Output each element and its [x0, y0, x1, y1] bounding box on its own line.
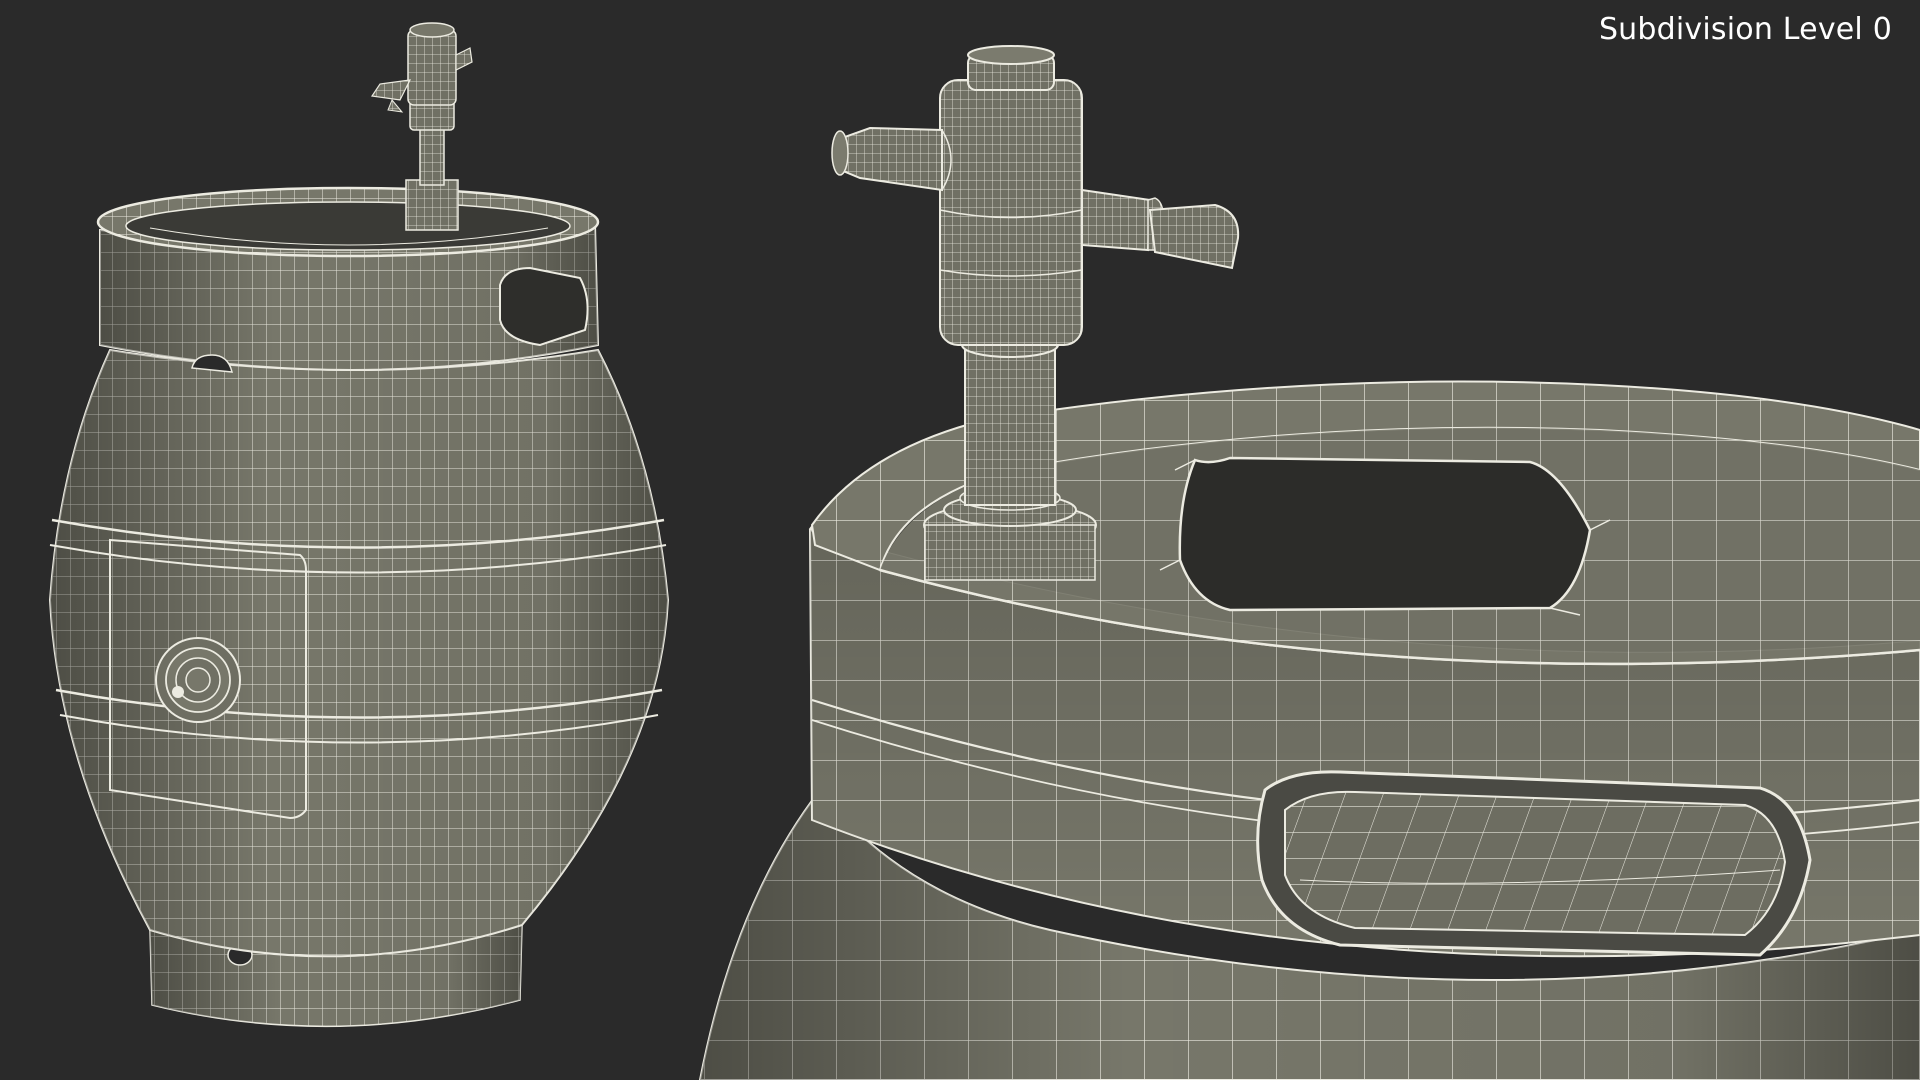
render-viewport: Subdivision Level 0 — [0, 0, 1920, 1080]
subdivision-level-label: Subdivision Level 0 — [1598, 12, 1892, 47]
keg-handle-cutout — [1256, 770, 1812, 957]
wireframe-render — [48, 22, 1920, 1080]
keg-full-view — [48, 22, 670, 1028]
keg-closeup-view — [698, 45, 1920, 1080]
keg-bung — [155, 637, 241, 723]
